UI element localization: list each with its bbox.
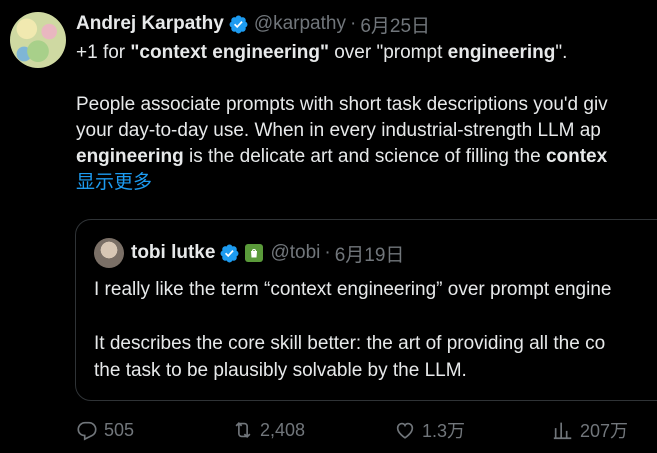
retweet-button[interactable]: 2,408 <box>232 419 305 441</box>
quoted-tweet-header: tobi lutke @tobi · 6月19日 <box>94 238 404 268</box>
views-count: 207万 <box>580 421 629 441</box>
quoted-tweet-date[interactable]: 6月19日 <box>335 240 405 267</box>
quoted-line-3: the task to be plausibly solvable by the… <box>94 360 467 381</box>
retweet-icon <box>235 421 251 439</box>
tweet-line-1: +1 for "context engineering" over "promp… <box>76 42 568 63</box>
reply-icon <box>77 421 97 441</box>
separator-dot: · <box>349 13 357 34</box>
like-count: 1.3万 <box>422 421 466 441</box>
quoted-author-name[interactable]: tobi lutke <box>131 242 215 264</box>
tweet-line-2: People associate prompts with short task… <box>76 94 608 115</box>
quoted-line-2: It describes the core skill better: the … <box>94 333 606 354</box>
tweet-header: Andrej Karpathy @karpathy · 6月25日 <box>76 11 430 37</box>
quoted-author-avatar[interactable] <box>94 238 124 268</box>
tweet-line-4: engineering is the delicate art and scie… <box>76 146 608 167</box>
reply-button[interactable]: 505 <box>76 419 134 441</box>
tweet-line-3: your day-to-day use. When in every indus… <box>76 120 601 141</box>
separator-dot: · <box>324 242 331 263</box>
verified-badge-icon <box>220 244 239 262</box>
shop-badge-icon <box>245 244 264 262</box>
quoted-line-1: I really like the term “context engineer… <box>94 279 612 300</box>
reply-count: 505 <box>104 419 135 440</box>
views-icon <box>553 422 572 440</box>
author-avatar[interactable] <box>10 12 66 68</box>
quoted-tweet-text: I really like the term “context engineer… <box>94 276 657 384</box>
show-more-link[interactable]: 显示更多 <box>76 170 657 196</box>
tweet[interactable]: Andrej Karpathy @karpathy · 6月25日 +1 for… <box>0 0 657 453</box>
tweet-date[interactable]: 6月25日 <box>360 11 430 38</box>
quoted-author-handle[interactable]: @tobi <box>270 242 320 264</box>
author-handle[interactable]: @karpathy <box>254 13 346 35</box>
like-button[interactable]: 1.3万 <box>394 417 465 443</box>
retweet-count: 2,408 <box>260 419 306 440</box>
tweet-text: +1 for "context engineering" over "promp… <box>76 40 657 196</box>
like-icon <box>396 422 414 439</box>
verified-badge-icon <box>229 15 248 33</box>
views-button[interactable]: 207万 <box>552 417 628 443</box>
quoted-tweet[interactable]: tobi lutke @tobi · 6月19日 I really like t… <box>75 219 657 401</box>
author-name[interactable]: Andrej Karpathy <box>76 13 224 35</box>
